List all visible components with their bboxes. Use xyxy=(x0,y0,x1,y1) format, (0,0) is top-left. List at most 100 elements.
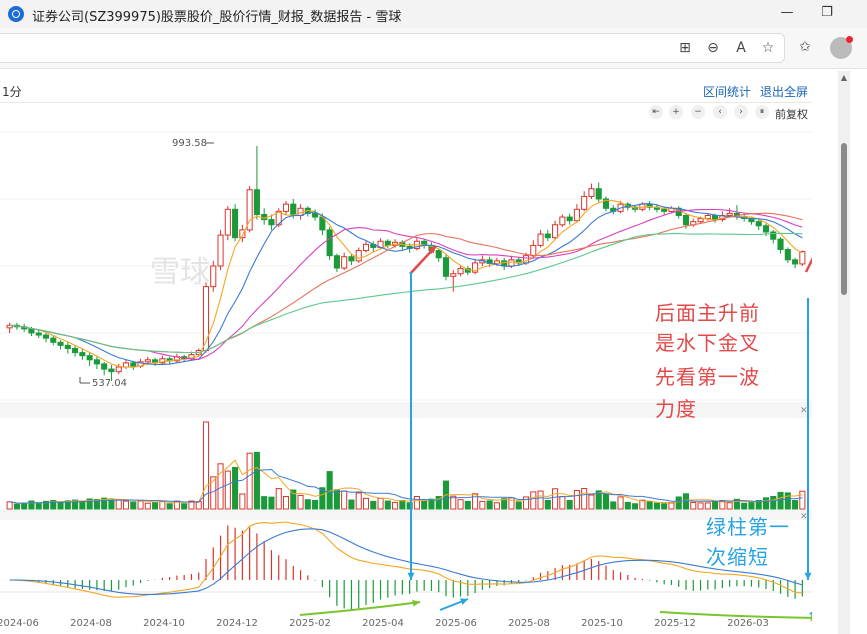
favorites-list-icon[interactable]: ✩ xyxy=(795,37,815,57)
candle xyxy=(726,212,733,216)
blue-arrow-small-right xyxy=(809,611,812,615)
candle xyxy=(537,233,544,246)
candle xyxy=(784,249,791,261)
candle xyxy=(130,362,137,367)
candle xyxy=(435,250,442,259)
volume-bar xyxy=(377,497,384,510)
volume-bar xyxy=(268,496,275,510)
volume-bar xyxy=(312,499,319,510)
candle xyxy=(384,240,391,246)
volume-bar xyxy=(682,493,690,510)
candle xyxy=(217,234,224,267)
close-macd-panel-icon[interactable]: ✕ xyxy=(800,512,808,522)
candle xyxy=(72,347,79,354)
scroll-left-icon[interactable]: ‹ xyxy=(713,105,727,119)
candle xyxy=(348,256,355,262)
apps-icon[interactable]: ⊞ xyxy=(675,38,695,58)
volume-bar xyxy=(530,491,537,510)
scroll-up-arrow-icon[interactable]: ▲ xyxy=(838,73,850,83)
volume-bar xyxy=(762,497,770,510)
green-trend-arrow-left xyxy=(412,599,420,607)
pause-icon[interactable]: ⏸ xyxy=(755,105,769,119)
volume-bar xyxy=(370,500,377,510)
candle xyxy=(530,244,537,257)
candle xyxy=(28,328,35,334)
volume-bar xyxy=(610,501,617,510)
favorite-icon[interactable]: ☆ xyxy=(758,38,778,58)
window-title: 证券公司(SZ399975)股票股价_股价行情_财报_数据报告 - 雪球 xyxy=(32,10,402,25)
volume-bar xyxy=(384,500,391,510)
interval-stats-link[interactable]: 区间统计 xyxy=(703,83,751,100)
candle xyxy=(697,218,704,223)
volume-bar xyxy=(166,503,173,510)
candle xyxy=(457,268,464,275)
maximize-button[interactable]: ❐ xyxy=(818,4,836,22)
volume-bar xyxy=(137,500,144,510)
address-bar[interactable]: ⊞ ⊖ A ☆ xyxy=(0,33,785,63)
blue-arrow-vertical-left-head xyxy=(407,572,415,580)
volume-bar xyxy=(726,502,733,510)
candle xyxy=(682,214,690,226)
period-selector[interactable]: 1分 xyxy=(2,83,22,100)
high-price-label: 993.58 xyxy=(172,138,207,149)
red-arrow-right xyxy=(804,257,812,273)
volume-bar xyxy=(297,494,304,510)
candle xyxy=(544,233,551,239)
read-aloud-icon[interactable]: A xyxy=(731,38,751,58)
annotation-red-line-4: 力度 xyxy=(655,397,697,421)
volume-bar xyxy=(399,500,406,510)
browser-toolbar: ⊞ ⊖ A ☆ ✩ xyxy=(0,28,867,69)
x-tick-label: 2024-10 xyxy=(143,618,185,629)
volume-bar xyxy=(792,500,799,510)
page-scrollbar[interactable]: ▲ xyxy=(838,71,850,634)
candle xyxy=(290,203,297,216)
volume-bar xyxy=(588,494,595,510)
exit-fullscreen-link[interactable]: 退出全屏 xyxy=(760,83,808,100)
candle xyxy=(108,368,115,373)
adjust-selector[interactable]: 前复权 xyxy=(775,106,808,122)
volume-bar xyxy=(392,501,399,510)
volume-bar xyxy=(552,488,559,510)
candle xyxy=(552,224,559,239)
volume-bar xyxy=(275,488,282,510)
candle xyxy=(57,341,64,346)
zoom-out-chart-icon[interactable]: − xyxy=(691,105,705,119)
volume-bar xyxy=(57,501,64,510)
candle xyxy=(777,238,784,251)
close-volume-panel-icon[interactable]: ✕ xyxy=(800,406,808,416)
scroll-right-icon[interactable]: › xyxy=(734,105,748,119)
volume-bar xyxy=(697,502,704,510)
panel-divider xyxy=(0,510,812,520)
volume-bar xyxy=(675,496,682,510)
candle xyxy=(508,259,515,267)
candle xyxy=(333,255,340,269)
x-tick-label: 2025-10 xyxy=(581,618,623,629)
volume-bar xyxy=(130,501,137,510)
volume-bar xyxy=(646,501,653,510)
volume-bar xyxy=(122,500,130,510)
volume-bar xyxy=(573,490,580,510)
scrollbar-thumb[interactable] xyxy=(841,143,847,295)
candle xyxy=(661,208,668,212)
chart-topbar: 1分 区间统计 退出全屏 xyxy=(0,78,812,103)
candle xyxy=(704,214,711,220)
volume-bar xyxy=(348,499,355,510)
candle xyxy=(268,219,275,226)
x-tick-label: 2025-12 xyxy=(654,618,696,629)
volume-bar xyxy=(472,493,479,510)
volume-bar xyxy=(617,496,624,510)
candle xyxy=(442,257,450,277)
x-tick-label: 2025-06 xyxy=(435,618,477,629)
minimize-button[interactable]: — xyxy=(778,4,796,22)
candle xyxy=(282,203,290,212)
window-titlebar: 证券公司(SZ399975)股票股价_股价行情_财报_数据报告 - 雪球 — ❐ xyxy=(0,0,867,28)
zoom-out-icon[interactable]: ⊖ xyxy=(703,38,723,58)
candle xyxy=(573,208,580,222)
candle xyxy=(566,216,573,222)
volume-bar xyxy=(341,490,348,510)
candle xyxy=(355,250,362,262)
reset-icon[interactable]: ⇤ xyxy=(649,105,663,119)
volume-bar xyxy=(653,502,660,510)
profile-avatar[interactable] xyxy=(830,36,853,59)
zoom-in-icon[interactable]: + xyxy=(669,105,683,119)
